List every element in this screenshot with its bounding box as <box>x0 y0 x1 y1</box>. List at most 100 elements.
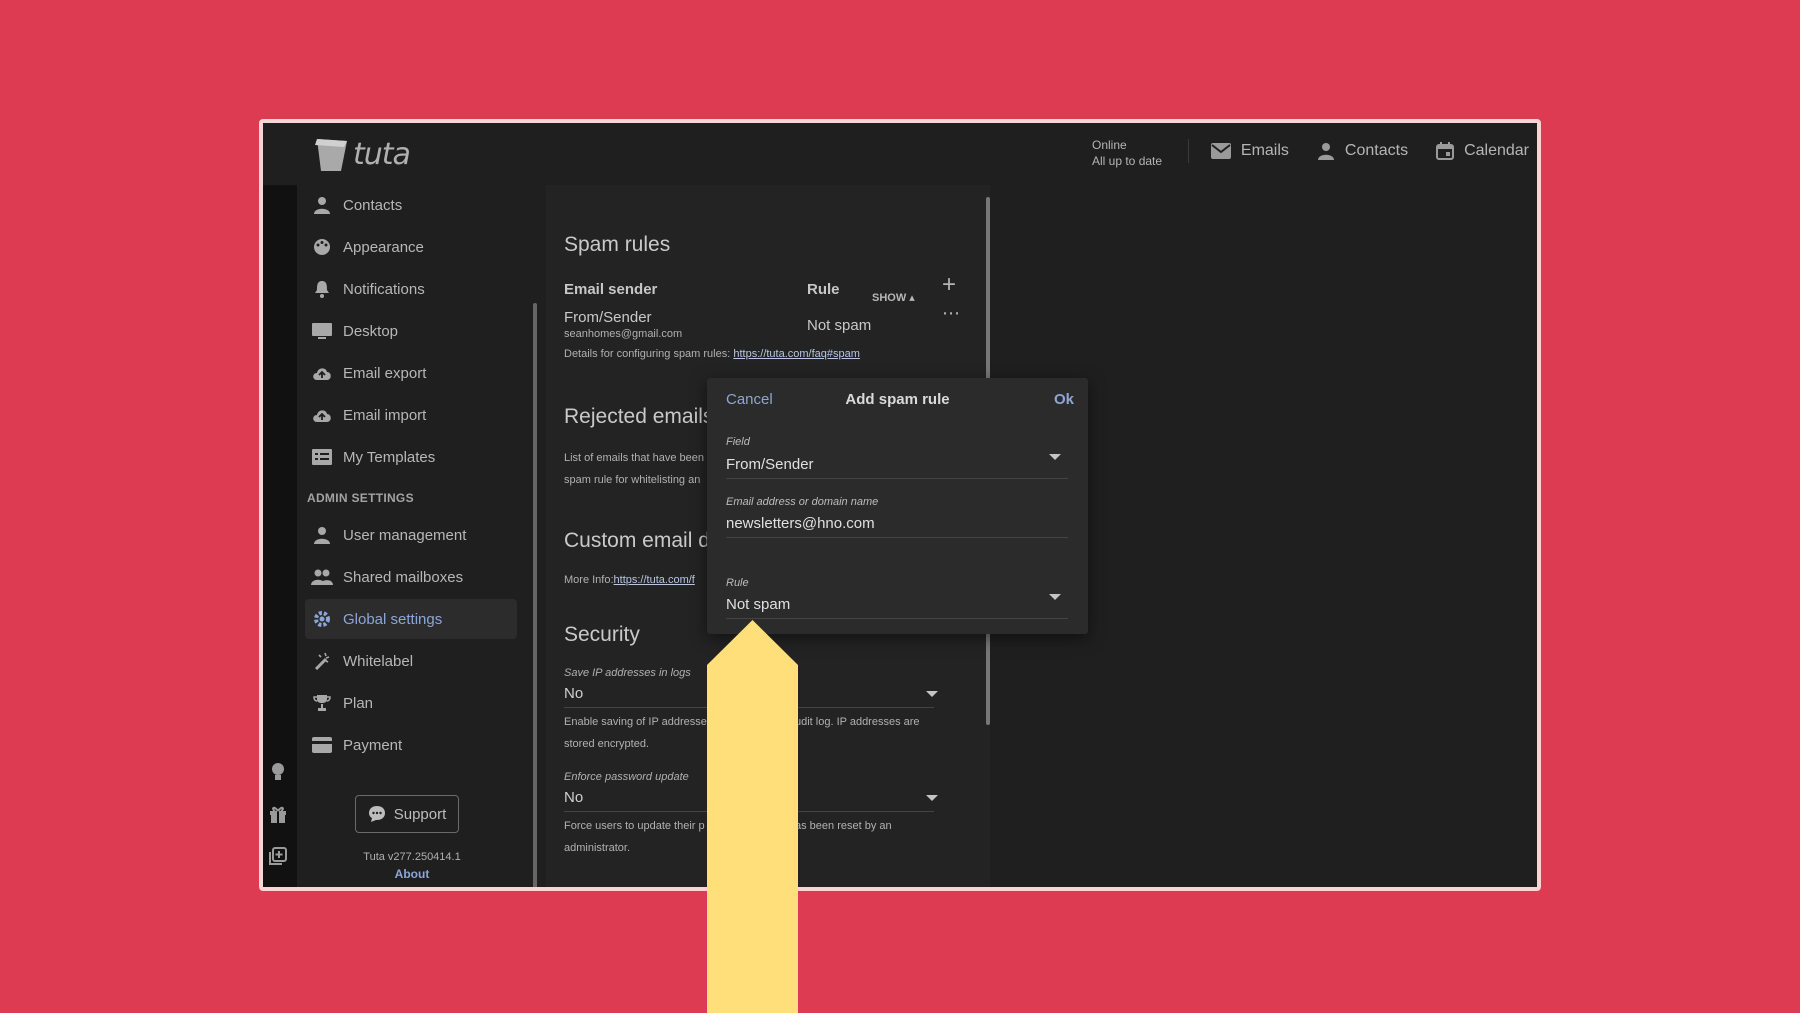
sidebar-item-label: Global settings <box>343 610 443 628</box>
gift-icon[interactable] <box>267 803 289 825</box>
gear-icon <box>311 608 333 630</box>
sidebar-item-label: Desktop <box>343 322 399 340</box>
chevron-down-icon[interactable] <box>1049 454 1061 460</box>
chevron-down-icon[interactable] <box>1049 594 1061 600</box>
help-icon[interactable]: ? <box>267 886 289 892</box>
sidebar-item-label: Email import <box>343 406 427 424</box>
rule-select[interactable]: Not spam <box>726 596 790 613</box>
sidebar-item-label: Appearance <box>343 238 424 256</box>
sidebar-item-appearance[interactable]: Appearance <box>305 227 517 267</box>
sidebar-item-global-settings[interactable]: Global settings <box>305 599 517 639</box>
field-underline <box>726 478 1068 479</box>
nav-emails[interactable]: Emails <box>1210 142 1289 160</box>
more-info-prefix: More Info: <box>564 574 614 586</box>
ip-desc-a: Enable saving of IP addresse <box>564 716 707 728</box>
email-label: Email address or domain name <box>726 496 879 508</box>
email-domain-input[interactable]: newsletters@hno.com <box>726 515 875 532</box>
sync-status: Online All up to date <box>1092 137 1162 169</box>
chevron-down-icon[interactable] <box>926 795 938 801</box>
field-underline <box>726 618 1068 619</box>
settings-sidebar: Contacts Appearance Notifications Deskto… <box>297 185 527 887</box>
sidebar-item-notifications[interactable]: Notifications <box>305 269 517 309</box>
sidebar-item-label: My Templates <box>343 448 436 466</box>
rejected-emails-title: Rejected emails <box>564 405 714 428</box>
people-icon <box>311 566 333 588</box>
add-rule-icon[interactable]: + <box>942 273 956 297</box>
custom-info-link[interactable]: https://tuta.com/f <box>614 574 695 586</box>
sidebar-item-label: Notifications <box>343 280 425 298</box>
nav-emails-label: Emails <box>1240 142 1289 159</box>
top-nav: Emails Contacts Calendar <box>1210 137 1529 165</box>
rejected-desc-2: spam rule for whitelisting an <box>564 474 701 486</box>
status-online: Online <box>1092 138 1127 152</box>
ip-logs-value[interactable]: No <box>564 685 583 702</box>
tuta-logo[interactable]: tuta <box>313 133 423 175</box>
ip-desc-b: udit log. IP addresses are <box>795 716 920 728</box>
support-button[interactable]: Support <box>355 795 459 833</box>
ip-desc-c: stored encrypted. <box>564 738 649 750</box>
monitor-icon <box>311 320 333 342</box>
left-rail: ? <box>263 185 297 887</box>
password-update-label: Enforce password update <box>564 771 689 783</box>
sidebar-item-my-templates[interactable]: My Templates <box>305 437 517 477</box>
col-rule: Rule <box>807 281 840 298</box>
status-uptodate: All up to date <box>1092 154 1163 168</box>
sidebar-item-whitelabel[interactable]: Whitelabel <box>305 641 517 681</box>
highlight-arrow <box>707 620 798 1013</box>
security-title: Security <box>564 623 640 646</box>
trophy-icon <box>311 692 333 714</box>
sidebar-item-email-export[interactable]: Email export <box>305 353 517 393</box>
sidebar-item-label: Email export <box>343 364 427 382</box>
person-icon <box>311 194 333 216</box>
pw-desc-c: administrator. <box>564 842 631 854</box>
bell-icon <box>311 278 333 300</box>
rejected-desc-1: List of emails that have been <box>564 452 705 464</box>
sidebar-item-label: Payment <box>343 736 403 754</box>
top-bar: tuta Online All up to date Emails Contac… <box>263 123 1537 185</box>
col-email-sender: Email sender <box>564 281 658 298</box>
svg-text:?: ? <box>275 891 282 892</box>
ok-button[interactable]: Ok <box>1054 391 1074 408</box>
sidebar-scrollbar[interactable] <box>533 303 537 887</box>
spam-rules-title: Spam rules <box>564 233 671 256</box>
cancel-button[interactable]: Cancel <box>726 391 773 408</box>
add-box-icon[interactable] <box>267 845 289 867</box>
lightbulb-icon[interactable] <box>267 761 289 783</box>
sidebar-item-plan[interactable]: Plan <box>305 683 517 723</box>
mail-icon <box>1210 143 1231 159</box>
support-label: Support <box>393 805 447 823</box>
more-options-icon[interactable]: ⋯ <box>942 303 960 324</box>
pw-desc-b: as been reset by an <box>795 820 892 832</box>
rule-value: Not spam <box>807 317 872 334</box>
spam-details: Details for configuring spam rules: http… <box>564 343 860 365</box>
custom-more-info: More Info:https://tuta.com/f <box>564 569 695 591</box>
sidebar-item-label: Contacts <box>343 196 403 214</box>
sidebar-item-label: Plan <box>343 694 374 712</box>
sidebar-item-user-management[interactable]: User management <box>305 515 517 555</box>
pw-desc-a: Force users to update their p <box>564 820 705 832</box>
sidebar-item-desktop[interactable]: Desktop <box>305 311 517 351</box>
sidebar-item-shared-mailboxes[interactable]: Shared mailboxes <box>305 557 517 597</box>
admin-settings-heading: ADMIN SETTINGS <box>307 491 414 505</box>
spam-faq-link[interactable]: https://tuta.com/faq#spam <box>733 348 860 360</box>
sidebar-item-contacts[interactable]: Contacts <box>305 185 517 225</box>
nav-calendar[interactable]: Calendar <box>1436 142 1529 160</box>
calendar-icon <box>1436 142 1455 160</box>
show-label: SHOW <box>872 292 907 304</box>
person-icon <box>1317 143 1334 160</box>
sidebar-item-payment[interactable]: Payment <box>305 725 517 765</box>
chevron-down-icon[interactable] <box>926 691 938 697</box>
nav-contacts[interactable]: Contacts <box>1317 142 1408 160</box>
show-toggle[interactable]: SHOW ▴ <box>872 291 915 304</box>
sidebar-item-label: Shared mailboxes <box>343 568 464 586</box>
person-icon <box>311 524 333 546</box>
about-link[interactable]: About <box>297 867 527 881</box>
sidebar-item-label: Whitelabel <box>343 652 414 670</box>
cloud-download-icon <box>311 404 333 426</box>
ip-logs-label: Save IP addresses in logs <box>564 667 691 679</box>
sidebar-item-email-import[interactable]: Email import <box>305 395 517 435</box>
wand-icon <box>311 650 333 672</box>
field-select[interactable]: From/Sender <box>726 456 814 473</box>
cloud-upload-icon <box>311 362 333 384</box>
password-update-value[interactable]: No <box>564 789 583 806</box>
